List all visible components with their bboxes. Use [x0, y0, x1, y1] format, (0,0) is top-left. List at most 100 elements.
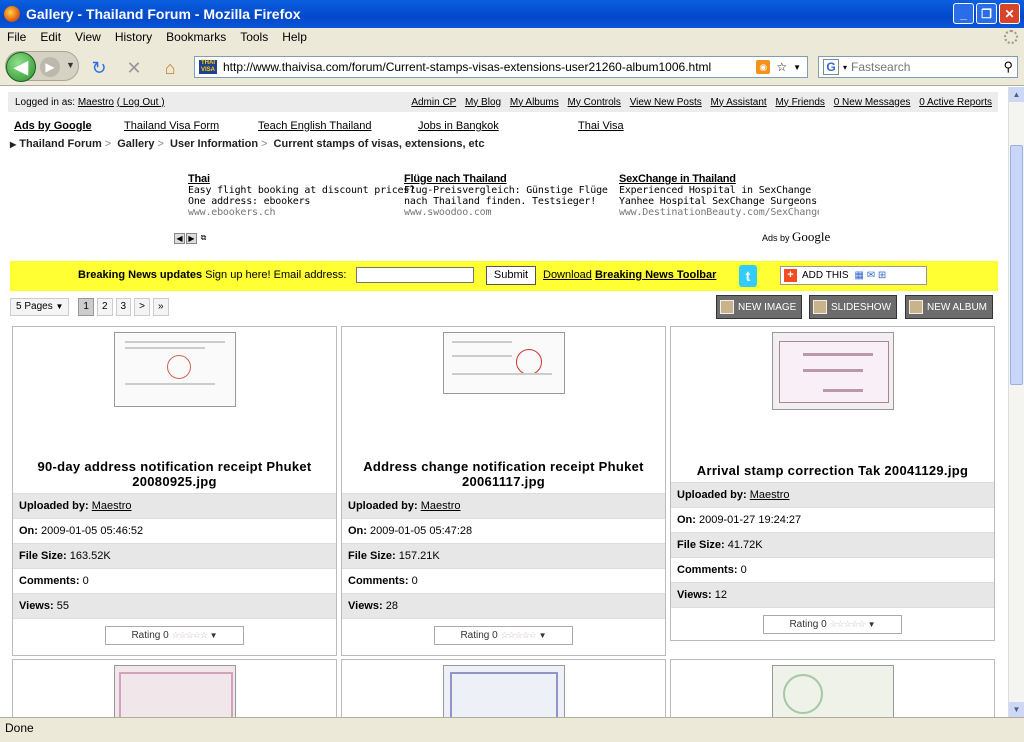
image-thumbnail[interactable]	[443, 332, 565, 394]
date-row: On: 2009-01-05 05:46:52	[13, 518, 336, 543]
submit-button[interactable]: Submit	[486, 266, 536, 285]
username-link[interactable]: Maestro	[78, 97, 114, 108]
url-dropdown-icon[interactable]: ▼	[793, 63, 801, 72]
page-last[interactable]: »	[152, 298, 169, 316]
scroll-thumb[interactable]	[1010, 145, 1023, 385]
image-title[interactable]: Arrival stamp correction Tak 20041129.jp…	[671, 463, 994, 478]
image-thumbnail[interactable]	[443, 665, 565, 717]
ads-by-google-link[interactable]: Ads by Google	[14, 120, 92, 132]
reload-icon[interactable]: ↻	[89, 58, 109, 78]
ad-link-visa-form[interactable]: Thailand Visa Form	[124, 120, 219, 132]
view-new-posts-link[interactable]: View New Posts	[630, 97, 702, 108]
back-button[interactable]: ◀	[6, 52, 36, 82]
new-image-button[interactable]: NEW IMAGE	[716, 295, 803, 319]
rating-dropdown[interactable]: Rating 0 ☆☆☆☆☆ ▼	[105, 626, 244, 645]
page-1[interactable]: 1	[78, 298, 94, 316]
vertical-scrollbar[interactable]: ▲ ▼	[1008, 87, 1024, 717]
close-button[interactable]: ✕	[999, 3, 1020, 24]
pagination: 5 Pages ▼ 1 2 3 > »	[10, 298, 169, 316]
image-icon	[720, 300, 734, 314]
image-title[interactable]: 90-day address notification receipt Phuk…	[13, 459, 336, 489]
throbber-icon	[1004, 30, 1018, 44]
image-thumbnail[interactable]	[114, 665, 236, 717]
page-next[interactable]: >	[134, 298, 150, 316]
ad-title[interactable]: SexChange in Thailand	[619, 174, 819, 185]
addthis-button[interactable]: + ADD THIS ▦ ✉ ⊞	[780, 266, 927, 285]
image-thumbnail[interactable]	[772, 665, 894, 717]
gallery-card-partial	[341, 659, 666, 717]
url-text[interactable]: http://www.thaivisa.com/forum/Current-st…	[223, 60, 756, 74]
scroll-down-icon[interactable]: ▼	[1009, 702, 1024, 717]
page-3[interactable]: 3	[115, 298, 132, 316]
bookmark-star-icon[interactable]: ☆	[776, 60, 787, 74]
image-title[interactable]: Address change notification receipt Phuk…	[342, 459, 665, 489]
menu-help[interactable]: Help	[275, 30, 314, 44]
slideshow-button[interactable]: SLIDESHOW	[809, 295, 898, 319]
ad-title[interactable]: Thai	[188, 174, 415, 185]
ad-link-jobs-bangkok[interactable]: Jobs in Bangkok	[418, 120, 499, 132]
date-row: On: 2009-01-27 19:24:27	[671, 507, 994, 532]
url-bar[interactable]: THAI VISA http://www.thaivisa.com/forum/…	[194, 56, 808, 78]
comments-label: Comments:	[677, 564, 738, 576]
ad-prev-icon[interactable]: ◀	[174, 233, 185, 244]
comments-label: Comments:	[19, 575, 80, 587]
active-reports-link[interactable]: 0 Active Reports	[919, 97, 992, 108]
ad-title[interactable]: Flüge nach Thailand	[404, 174, 608, 185]
uploader-link[interactable]: Maestro	[750, 489, 790, 501]
history-dropdown-icon[interactable]: ▼	[66, 60, 75, 70]
breadcrumb-forum[interactable]: Thailand Forum	[19, 138, 102, 150]
email-input[interactable]	[356, 267, 474, 283]
text-ad-2[interactable]: Flüge nach Thailand Flug-Preisvergleich:…	[404, 174, 608, 219]
pages-dropdown[interactable]: 5 Pages ▼	[10, 298, 70, 316]
my-friends-link[interactable]: My Friends	[775, 97, 824, 108]
page-2[interactable]: 2	[96, 298, 113, 316]
uploader-link[interactable]: Maestro	[421, 500, 461, 512]
toolbar-link[interactable]: Breaking News Toolbar	[595, 269, 716, 281]
twitter-icon[interactable]: t	[739, 265, 757, 287]
text-ad-3[interactable]: SexChange in Thailand Experienced Hospit…	[619, 174, 819, 218]
my-blog-link[interactable]: My Blog	[465, 97, 501, 108]
ads-by-google-logo[interactable]: Ads by Google	[762, 229, 830, 245]
uploader-link[interactable]: Maestro	[92, 500, 132, 512]
menu-file[interactable]: File	[0, 30, 33, 44]
my-albums-link[interactable]: My Albums	[510, 97, 559, 108]
rss-feed-icon[interactable]: ◉	[756, 60, 771, 74]
my-controls-link[interactable]: My Controls	[568, 97, 621, 108]
size-value: 157.21K	[398, 550, 440, 562]
menu-history[interactable]: History	[108, 30, 159, 44]
search-box[interactable]: G ▾ ⚲	[818, 56, 1018, 78]
scroll-up-icon[interactable]: ▲	[1009, 87, 1024, 102]
menu-bookmarks[interactable]: Bookmarks	[159, 30, 233, 44]
ad-expand-icon[interactable]: ⧉	[198, 233, 209, 244]
admin-cp-link[interactable]: Admin CP	[411, 97, 456, 108]
logout-link[interactable]: ( Log Out )	[117, 97, 165, 108]
forward-button[interactable]: ▶	[40, 57, 60, 77]
ad-line: One address: ebookers	[188, 196, 311, 207]
menu-view[interactable]: View	[68, 30, 108, 44]
breadcrumb-gallery[interactable]: Gallery	[117, 138, 154, 150]
ad-link-thai-visa[interactable]: Thai Visa	[578, 120, 624, 132]
download-link[interactable]: Download	[543, 269, 592, 281]
my-assistant-link[interactable]: My Assistant	[711, 97, 767, 108]
ad-line: nach Thailand finden. Testsieger!	[404, 196, 597, 207]
maximize-button[interactable]: ❐	[976, 3, 997, 24]
menu-tools[interactable]: Tools	[233, 30, 275, 44]
search-icon[interactable]: ⚲	[1003, 59, 1013, 75]
ad-next-icon[interactable]: ▶	[186, 233, 197, 244]
stop-icon[interactable]: ✕	[124, 58, 144, 78]
new-messages-link[interactable]: 0 New Messages	[834, 97, 911, 108]
menu-edit[interactable]: Edit	[33, 30, 68, 44]
text-ad-1[interactable]: Thai Easy flight booking at discount pri…	[188, 174, 415, 219]
image-thumbnail[interactable]	[772, 332, 894, 410]
breadcrumb-user-info[interactable]: User Information	[170, 138, 258, 150]
image-thumbnail[interactable]	[114, 332, 236, 407]
rating-dropdown[interactable]: Rating 0 ☆☆☆☆☆ ▼	[763, 615, 902, 634]
google-engine-icon[interactable]: G	[823, 59, 839, 75]
home-icon[interactable]: ⌂	[160, 58, 180, 78]
rating-dropdown[interactable]: Rating 0 ☆☆☆☆☆ ▼	[434, 626, 573, 645]
new-album-button[interactable]: NEW ALBUM	[905, 295, 994, 319]
minimize-button[interactable]: _	[953, 3, 974, 24]
engine-dropdown-icon[interactable]: ▾	[843, 63, 847, 72]
ad-link-teach-english[interactable]: Teach English Thailand	[258, 120, 372, 132]
search-input[interactable]	[851, 60, 1004, 74]
